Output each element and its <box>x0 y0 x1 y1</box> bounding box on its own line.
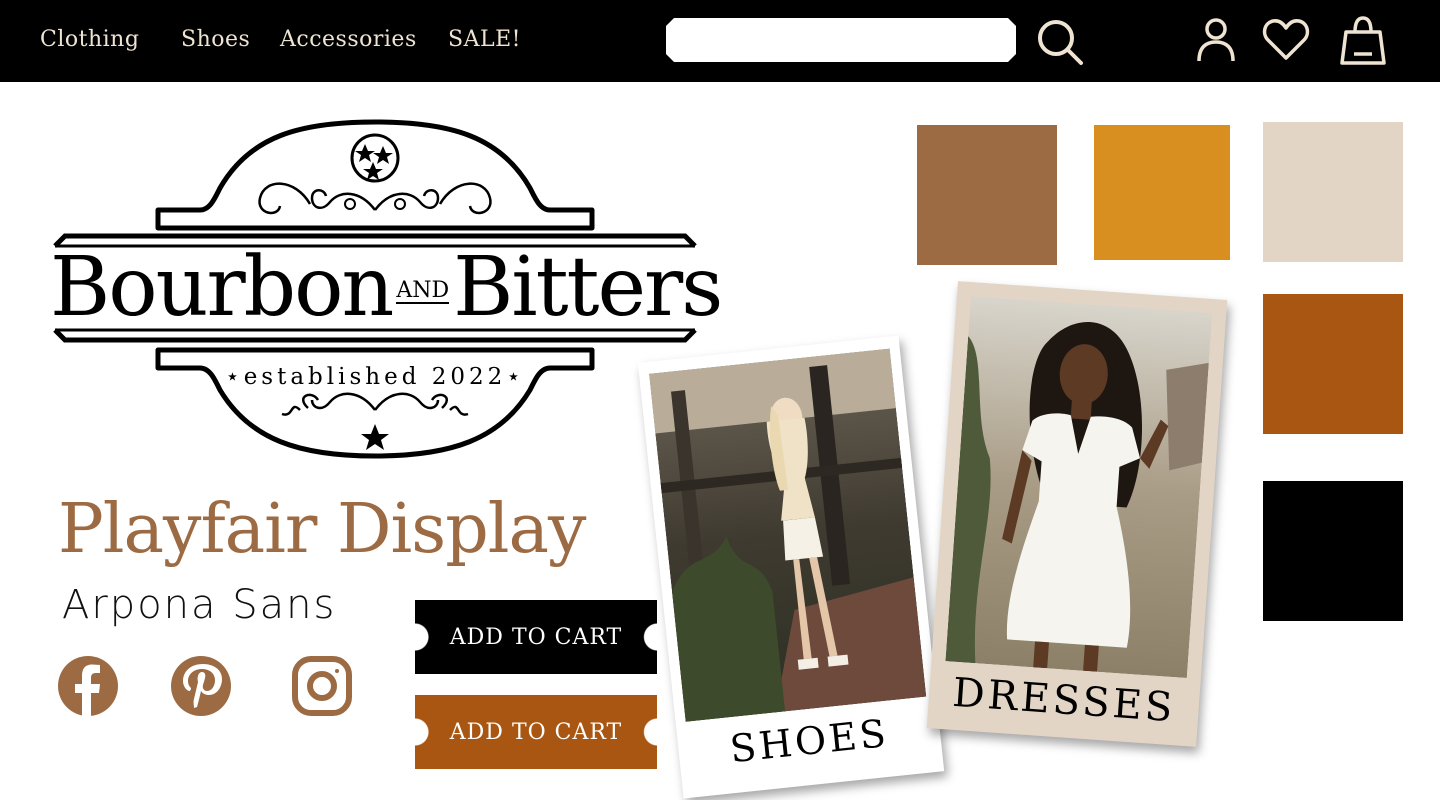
color-swatch-gold <box>1094 125 1230 260</box>
font-sample-heading: Playfair Display <box>58 490 586 569</box>
color-swatch-cream <box>1263 122 1403 262</box>
category-card-dresses[interactable]: DRESSES <box>926 281 1228 747</box>
color-swatch-brown <box>917 125 1057 265</box>
logo-wordmark: Bourbon ANDBitters <box>50 240 723 335</box>
nav-item-accessories[interactable]: Accessories <box>280 27 417 52</box>
category-card-shoes[interactable]: SHOES <box>637 335 945 799</box>
shoes-photo <box>649 348 927 722</box>
logo-established-text: established 2022 <box>243 364 507 390</box>
color-swatch-black <box>1263 481 1403 621</box>
add-to-cart-button-primary[interactable]: ADD TO CART <box>415 600 657 674</box>
logo-word-bourbon: Bourbon <box>50 240 394 335</box>
color-swatch-rust <box>1263 294 1403 434</box>
nav-item-shoes[interactable]: Shoes <box>181 27 250 52</box>
add-to-cart-button-secondary[interactable]: ADD TO CART <box>415 695 657 769</box>
brand-logo: Bourbon ANDBitters ⋆established 2022⋆ <box>50 118 723 463</box>
nav-item-sale[interactable]: SALE! <box>448 27 521 52</box>
search-icon[interactable] <box>1036 18 1086 66</box>
heart-icon[interactable] <box>1262 18 1310 62</box>
font-sample-body: Arpona Sans <box>62 582 337 628</box>
search-input[interactable] <box>666 18 1016 62</box>
pinterest-icon[interactable] <box>170 655 232 717</box>
shopping-bag-icon[interactable] <box>1340 16 1386 66</box>
logo-and: AND <box>396 278 450 304</box>
logo-established: ⋆established 2022⋆ <box>225 364 525 390</box>
dresses-photo <box>945 296 1213 679</box>
instagram-icon[interactable] <box>291 655 353 717</box>
dresses-card-caption: DRESSES <box>951 669 1177 732</box>
user-icon[interactable] <box>1196 17 1236 63</box>
facebook-icon[interactable] <box>57 655 119 717</box>
logo-word-bitters: Bitters <box>453 240 723 335</box>
top-navigation-bar: Clothing Shoes Accessories SALE! <box>0 0 1440 82</box>
nav-item-clothing[interactable]: Clothing <box>40 27 139 52</box>
